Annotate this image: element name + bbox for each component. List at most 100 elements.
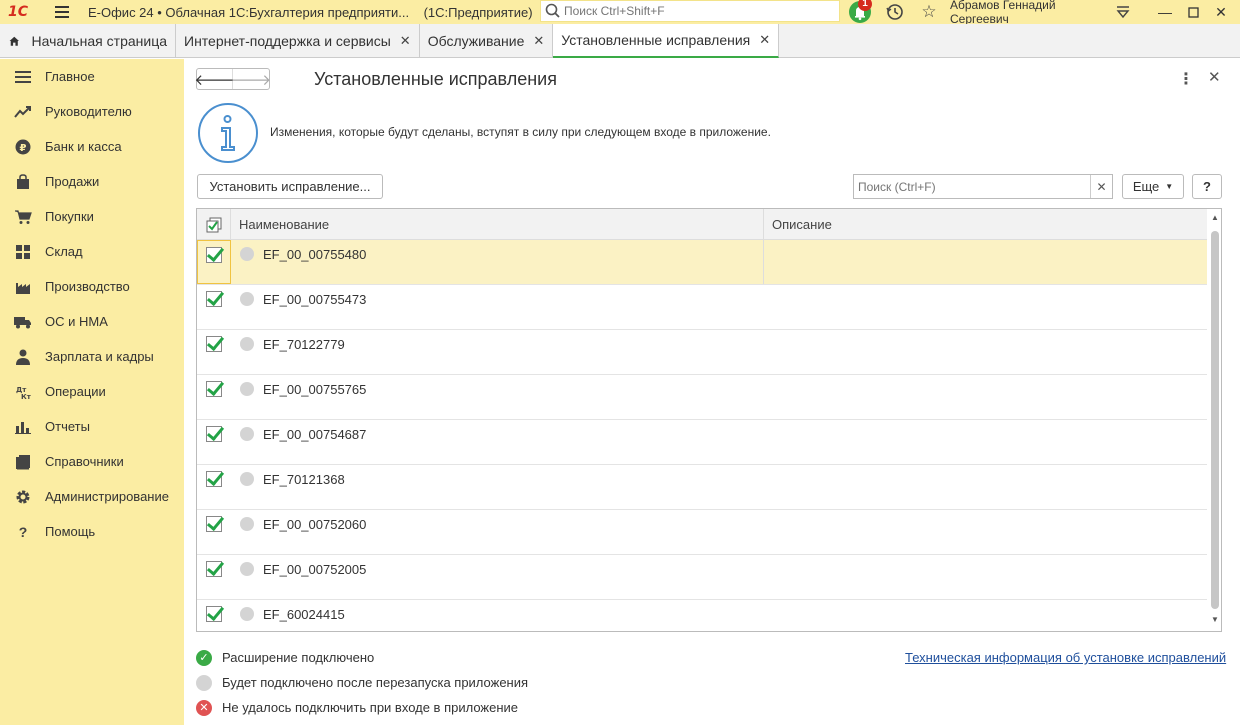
chevron-down-icon: ▼ <box>1165 182 1174 191</box>
more-button[interactable]: Еще ▼ <box>1122 174 1184 199</box>
scrollbar-thumb[interactable] <box>1211 231 1219 609</box>
sidebar-item-operations[interactable]: Дт Кт Операции <box>0 374 184 409</box>
row-checkbox[interactable] <box>206 247 222 263</box>
sidebar-item-catalogs[interactable]: Справочники <box>0 444 184 479</box>
history-button[interactable] <box>884 0 906 24</box>
gray-circle-icon <box>196 674 212 691</box>
maximize-button[interactable] <box>1180 0 1206 24</box>
sidebar-item-bank[interactable]: ₽ Банк и касса <box>0 129 184 164</box>
tab-internet-support[interactable]: Интернет-поддержка и сервисы ✕ <box>176 24 420 57</box>
tech-info-link[interactable]: Техническая информация об установке испр… <box>905 650 1226 665</box>
table-rows: EF_00_00755480 EF_00_00755473 EF_7012277… <box>197 240 1207 631</box>
bell-icon: 1 <box>849 0 872 23</box>
funnel-menu-icon <box>1116 6 1130 19</box>
favorites-star-icon[interactable]: ☆ <box>918 0 940 24</box>
settings-menu-button[interactable] <box>1112 0 1134 24</box>
help-button[interactable]: ? <box>1192 174 1222 199</box>
row-checkbox[interactable] <box>206 516 222 532</box>
row-checkbox[interactable] <box>206 471 222 487</box>
bar-chart-icon <box>14 418 32 436</box>
dt-kt-icon: Дт Кт <box>14 383 32 401</box>
install-fix-button[interactable]: Установить исправление... <box>197 174 383 199</box>
sidebar-item-sales[interactable]: Продажи <box>0 164 184 199</box>
table-row[interactable]: EF_60024415 <box>197 600 1207 631</box>
row-checkbox[interactable] <box>206 381 222 397</box>
check-all-icon[interactable] <box>197 209 231 240</box>
hamburger-menu-icon[interactable] <box>50 0 74 24</box>
notifications-button[interactable]: 1 <box>848 0 872 24</box>
list-search-input[interactable] <box>854 175 1091 198</box>
svg-text:₽: ₽ <box>20 143 27 154</box>
tab-maintenance[interactable]: Обслуживание ✕ <box>420 24 554 57</box>
row-checkbox[interactable] <box>206 426 222 442</box>
close-tab-icon[interactable]: ✕ <box>400 33 411 49</box>
app-title: Е-Офис 24 • Облачная 1С:Бухгалтерия пред… <box>88 4 533 20</box>
legend-failed: ✕ Не удалось подключить при входе в прил… <box>196 695 528 720</box>
legend-after-restart: Будет подключено после перезапуска прило… <box>196 670 528 695</box>
sidebar-item-manager[interactable]: Руководителю <box>0 94 184 129</box>
close-window-button[interactable]: ✕ <box>1208 0 1234 24</box>
row-checkbox[interactable] <box>206 561 222 577</box>
table-row[interactable]: EF_00_00752060 <box>197 510 1207 555</box>
table-row[interactable]: EF_70122779 <box>197 330 1207 375</box>
table-row[interactable]: EF_00_00754687 <box>197 420 1207 465</box>
column-header-name[interactable]: Наименование <box>231 209 764 240</box>
scroll-down-icon[interactable]: ▼ <box>1210 615 1220 625</box>
back-arrow-icon[interactable]: 🡐 <box>194 69 235 89</box>
row-description <box>764 240 1207 284</box>
sidebar-item-salary[interactable]: Зарплата и кадры <box>0 339 184 374</box>
global-search[interactable] <box>540 0 840 22</box>
minimize-button[interactable]: — <box>1152 0 1178 24</box>
legend-connected: ✓ Расширение подключено <box>196 645 528 670</box>
page-title: Установленные исправления <box>314 69 557 89</box>
status-dot-icon <box>240 247 254 261</box>
status-dot-icon <box>240 382 254 396</box>
status-dot-icon <box>240 517 254 531</box>
table-row[interactable]: EF_00_00755765 <box>197 375 1207 420</box>
sidebar-item-purchases[interactable]: Покупки <box>0 199 184 234</box>
close-form-icon[interactable]: ✕ <box>1208 68 1221 86</box>
sidebar-item-main[interactable]: Главное <box>0 59 184 94</box>
table-row[interactable]: EF_00_00752005 <box>197 555 1207 600</box>
forward-arrow-icon[interactable]: 🡒 <box>231 69 271 89</box>
row-checkbox[interactable] <box>206 336 222 352</box>
trend-icon <box>14 103 32 121</box>
row-description <box>764 330 1207 374</box>
sidebar-item-admin[interactable]: Администрирование <box>0 479 184 514</box>
nav-buttons: 🡐 🡒 <box>194 68 271 90</box>
status-dot-icon <box>240 472 254 486</box>
fixes-table: Наименование Описание EF_00_00755480 EF_… <box>196 208 1222 632</box>
column-header-description[interactable]: Описание <box>764 209 1207 240</box>
list-search[interactable]: ✕ <box>853 174 1113 199</box>
global-search-input[interactable] <box>562 4 832 18</box>
sidebar-item-assets[interactable]: ОС и НМА <box>0 304 184 339</box>
row-checkbox[interactable] <box>206 606 222 622</box>
sidebar-item-warehouse[interactable]: Склад <box>0 234 184 269</box>
close-icon: ✕ <box>1215 3 1227 20</box>
scroll-up-icon[interactable]: ▲ <box>1210 213 1220 223</box>
table-row[interactable]: EF_70121368 <box>197 465 1207 510</box>
user-name[interactable]: Абрамов Геннадий Сергеевич <box>950 0 1106 26</box>
status-dot-icon <box>240 427 254 441</box>
sidebar-item-production[interactable]: Производство <box>0 269 184 304</box>
home-icon <box>9 36 19 46</box>
table-row[interactable]: EF_00_00755480 <box>197 240 1207 285</box>
row-checkbox[interactable] <box>206 291 222 307</box>
status-dot-icon <box>240 607 254 621</box>
tab-installed-fixes[interactable]: Установленные исправления ✕ <box>553 24 780 58</box>
warehouse-icon <box>14 243 32 261</box>
close-tab-icon[interactable]: ✕ <box>533 33 544 49</box>
close-tab-icon[interactable]: ✕ <box>759 32 770 48</box>
clear-search-icon[interactable]: ✕ <box>1090 175 1112 198</box>
sidebar-item-reports[interactable]: Отчеты <box>0 409 184 444</box>
maximize-icon <box>1187 6 1199 18</box>
more-options-icon[interactable]: ⋮ <box>1178 69 1194 89</box>
status-dot-icon <box>240 337 254 351</box>
history-icon <box>886 4 903 20</box>
row-description <box>764 420 1207 464</box>
table-row[interactable]: EF_00_00755473 <box>197 285 1207 330</box>
tab-home[interactable]: Начальная страница <box>0 24 176 57</box>
vertical-scrollbar[interactable]: ▲ ▼ <box>1208 209 1221 631</box>
sidebar-item-help[interactable]: ? Помощь <box>0 514 184 549</box>
gear-icon <box>14 488 32 506</box>
